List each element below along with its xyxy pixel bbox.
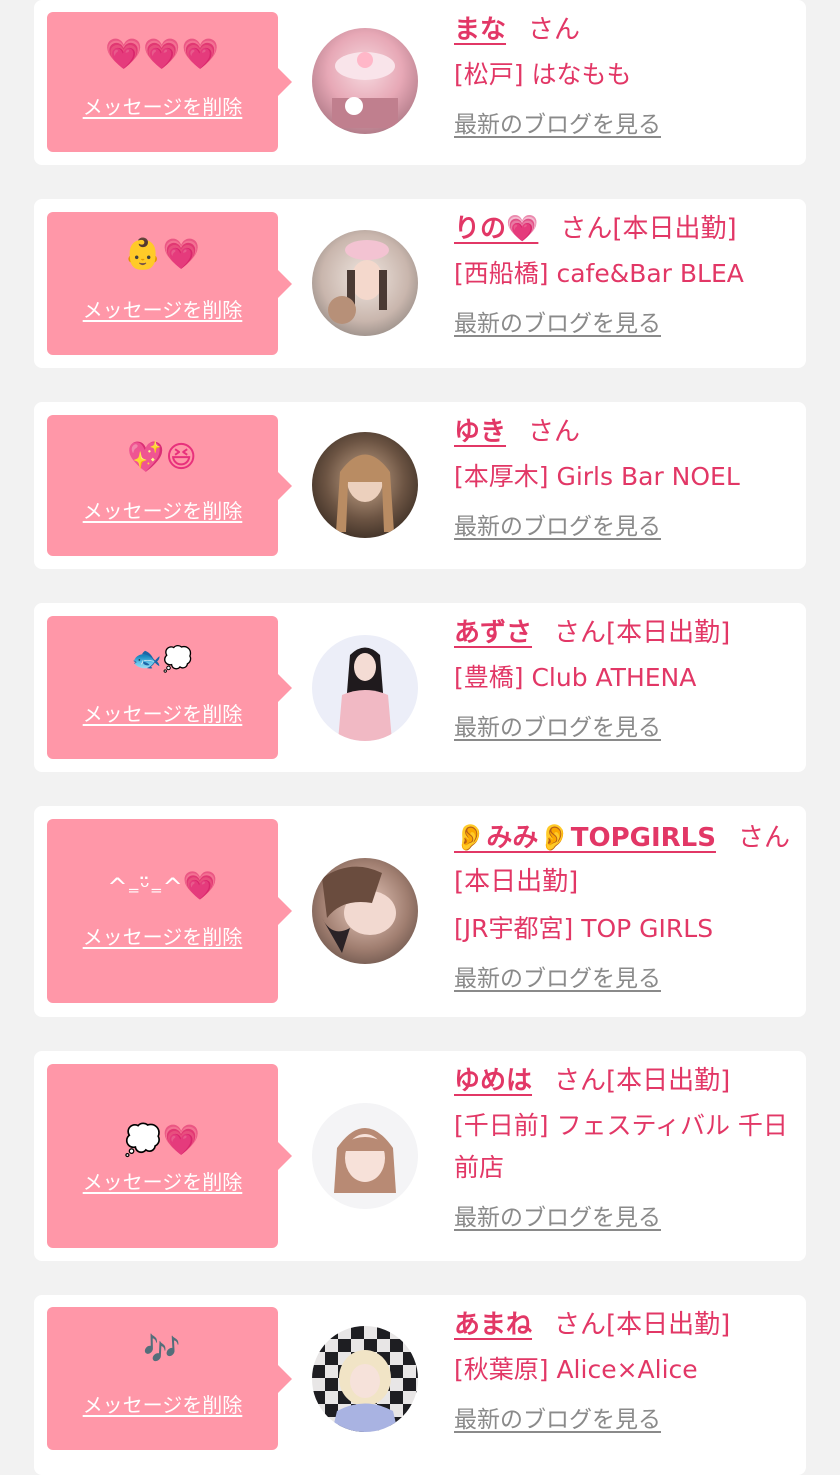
message-emoji: 🎶 — [143, 1332, 182, 1367]
delete-message-link[interactable]: メッセージを削除 — [47, 1393, 278, 1417]
delete-message-link[interactable]: メッセージを削除 — [47, 925, 278, 949]
honorific: さん — [528, 15, 581, 45]
profile-info: まな さん [松戸] はなもも 最新のブログを見る — [454, 0, 794, 140]
avatar-image — [332, 52, 398, 128]
honorific: さん — [554, 618, 607, 648]
message-emoji: ^₌ᵕ̈₌^💗 — [47, 869, 278, 904]
honorific: さん — [528, 417, 581, 447]
girl-name-link[interactable]: りの💗 — [454, 214, 538, 244]
message-bubble: 👶💗 メッセージを削除 — [47, 212, 292, 355]
latest-blog-link[interactable]: 最新のブログを見る — [454, 110, 661, 140]
delete-message-link[interactable]: メッセージを削除 — [47, 702, 278, 726]
message-bubble: 💭💗 メッセージを削除 — [47, 1064, 292, 1248]
girl-name-link[interactable]: ゆめは — [454, 1066, 532, 1096]
message-bubble: ^₌ᵕ̈₌^💗 メッセージを削除 — [47, 819, 292, 1003]
shop-name: [松戸] はなもも — [454, 60, 632, 89]
status-tag: [本日出勤] — [606, 618, 731, 648]
girl-name-link[interactable]: あまね — [454, 1310, 532, 1340]
kaomoji-text: ^₌ᵕ̈₌^ — [107, 873, 183, 901]
avatar-image — [336, 454, 394, 532]
message-bubble: 🎶 メッセージを削除 — [47, 1307, 292, 1450]
message-card: 🐟💭 メッセージを削除 あずさ さん[本日出勤] [豊橋] Club ATHENA… — [34, 603, 806, 772]
status-tag: [本日出勤] — [612, 214, 737, 244]
shop-name: [西船橋] cafe&Bar BLEA — [454, 259, 744, 288]
avatar[interactable] — [312, 1103, 418, 1209]
honorific: さん — [554, 1310, 607, 1340]
girl-name-link[interactable]: 👂みみ👂TOPGIRLS — [454, 823, 716, 853]
latest-blog-link[interactable]: 最新のブログを見る — [454, 713, 661, 743]
delete-message-link[interactable]: メッセージを削除 — [47, 1170, 278, 1194]
heart-icon: 💗 — [182, 869, 218, 902]
girl-name-link[interactable]: まな — [454, 15, 506, 45]
avatar-image — [338, 647, 392, 741]
latest-blog-link[interactable]: 最新のブログを見る — [454, 1405, 661, 1435]
latest-blog-link[interactable]: 最新のブログを見る — [454, 512, 661, 542]
profile-info: りの💗 さん[本日出勤] [西船橋] cafe&Bar BLEA 最新のブログを見… — [454, 199, 794, 339]
avatar[interactable] — [312, 230, 418, 336]
delete-message-link[interactable]: メッセージを削除 — [47, 499, 278, 523]
shop-name: [豊橋] Club ATHENA — [454, 663, 697, 692]
message-bubble: 🐟💭 メッセージを削除 — [47, 616, 292, 759]
delete-message-link[interactable]: メッセージを削除 — [47, 298, 278, 322]
girl-name-link[interactable]: ゆき — [454, 417, 506, 447]
avatar[interactable] — [312, 1326, 418, 1432]
message-card: 🎶 メッセージを削除 あまね さん[本日出勤] [秋葉原] Alice×Alice… — [34, 1295, 806, 1475]
message-emoji: 💭💗 — [124, 1123, 201, 1158]
message-emoji: 💖😆 — [127, 440, 198, 475]
profile-info: 👂みみ👂TOPGIRLS さん [本日出勤] [JR宇都宮] TOP GIRLS 最… — [454, 806, 799, 994]
delete-message-link[interactable]: メッセージを削除 — [47, 95, 278, 119]
message-emoji: 👶💗 — [124, 237, 201, 272]
shop-name: [千日前] フェスティバル 千日前店 — [454, 1111, 788, 1182]
shop-name: [本厚木] Girls Bar NOEL — [454, 462, 740, 491]
honorific: さん — [737, 823, 790, 853]
honorific: さん — [554, 1066, 607, 1096]
latest-blog-link[interactable]: 最新のブログを見る — [454, 309, 661, 339]
avatar[interactable] — [312, 432, 418, 538]
message-emoji: 💗💗💗 — [104, 37, 221, 72]
profile-info: ゆき さん [本厚木] Girls Bar NOEL 最新のブログを見る — [454, 402, 794, 542]
avatar-image — [328, 240, 389, 324]
profile-info: あまね さん[本日出勤] [秋葉原] Alice×Alice 最新のブログを見る — [454, 1295, 794, 1435]
latest-blog-link[interactable]: 最新のブログを見る — [454, 1203, 661, 1233]
girl-name-link[interactable]: あずさ — [454, 618, 532, 648]
shop-name: [秋葉原] Alice×Alice — [454, 1355, 698, 1384]
message-card: ^₌ᵕ̈₌^💗 メッセージを削除 👂みみ👂TOPGIRLS さん [本日出勤] [J… — [34, 806, 806, 1017]
message-emoji: 🐟💭 — [131, 645, 194, 673]
message-card: 👶💗 メッセージを削除 りの💗 さん[本日出勤] [西船橋] cafe&Bar B… — [34, 199, 806, 368]
avatar-image — [332, 1350, 398, 1432]
message-bubble: 💗💗💗 メッセージを削除 — [47, 12, 292, 152]
avatar-image — [334, 1128, 396, 1193]
status-tag: [本日出勤] — [454, 867, 579, 897]
message-card: 💗💗💗 メッセージを削除 まな さん [松戸] はなもも 最新のブログを見る — [34, 0, 806, 165]
latest-blog-link[interactable]: 最新のブログを見る — [454, 964, 661, 994]
profile-info: ゆめは さん[本日出勤] [千日前] フェスティバル 千日前店 最新のブログを見る — [454, 1051, 799, 1233]
profile-info: あずさ さん[本日出勤] [豊橋] Club ATHENA 最新のブログを見る — [454, 603, 794, 743]
avatar-image — [322, 866, 396, 953]
message-card: 💖😆 メッセージを削除 ゆき さん [本厚木] Girls Bar NOEL 最新… — [34, 402, 806, 569]
avatar[interactable] — [312, 28, 418, 134]
avatar[interactable] — [312, 635, 418, 741]
status-tag: [本日出勤] — [606, 1310, 731, 1340]
shop-name: [JR宇都宮] TOP GIRLS — [454, 914, 714, 943]
avatar[interactable] — [312, 858, 418, 964]
status-tag: [本日出勤] — [606, 1066, 731, 1096]
honorific: さん — [560, 214, 613, 244]
message-card: 💭💗 メッセージを削除 ゆめは さん[本日出勤] [千日前] フェスティバル 千日… — [34, 1051, 806, 1261]
message-bubble: 💖😆 メッセージを削除 — [47, 415, 292, 556]
